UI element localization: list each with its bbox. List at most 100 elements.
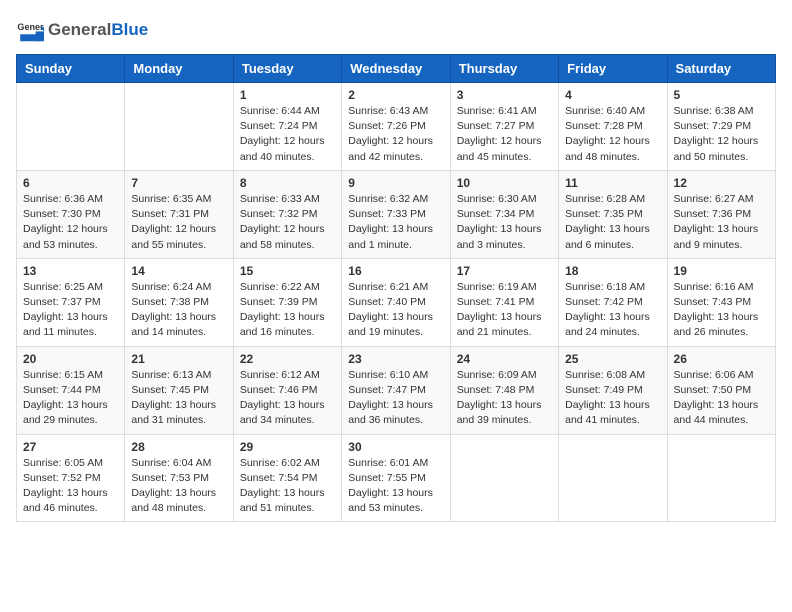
calendar-day-cell: 21 Sunrise: 6:13 AM Sunset: 7:45 PM Dayli… — [125, 346, 233, 434]
day-info: Sunrise: 6:09 AM Sunset: 7:48 PM Dayligh… — [457, 368, 552, 429]
day-number: 4 — [565, 88, 660, 102]
calendar-day-cell: 7Sunrise: 6:35 AM Sunset: 7:31 PM Daylig… — [125, 170, 233, 258]
day-number: 2 — [348, 88, 443, 102]
calendar-header-row: SundayMondayTuesdayWednesdayThursdayFrid… — [17, 55, 776, 83]
day-number: 12 — [674, 176, 769, 190]
day-number: 29 — [240, 440, 335, 454]
day-number: 22 — [240, 352, 335, 366]
calendar-day-cell: 26 Sunrise: 6:06 AM Sunset: 7:50 PM Dayli… — [667, 346, 775, 434]
calendar-day-cell — [125, 83, 233, 171]
day-number: 16 — [348, 264, 443, 278]
calendar-day-header: Saturday — [667, 55, 775, 83]
day-number: 9 — [348, 176, 443, 190]
day-info: Sunrise: 6:21 AM Sunset: 7:40 PM Dayligh… — [348, 280, 443, 341]
calendar-day-header: Thursday — [450, 55, 558, 83]
day-number: 15 — [240, 264, 335, 278]
day-number: 17 — [457, 264, 552, 278]
day-info: Sunrise: 6:32 AM Sunset: 7:33 PM Dayligh… — [348, 192, 443, 253]
calendar-day-cell: 18 Sunrise: 6:18 AM Sunset: 7:42 PM Dayli… — [559, 258, 667, 346]
day-info: Sunrise: 6:18 AM Sunset: 7:42 PM Dayligh… — [565, 280, 660, 341]
calendar-day-cell: 17 Sunrise: 6:19 AM Sunset: 7:41 PM Dayli… — [450, 258, 558, 346]
calendar-day-cell: 15 Sunrise: 6:22 AM Sunset: 7:39 PM Dayli… — [233, 258, 341, 346]
day-info: Sunrise: 6:01 AM Sunset: 7:55 PM Dayligh… — [348, 456, 443, 517]
day-info: Sunrise: 6:06 AM Sunset: 7:50 PM Dayligh… — [674, 368, 769, 429]
calendar-week-row: 1Sunrise: 6:44 AM Sunset: 7:24 PM Daylig… — [17, 83, 776, 171]
calendar-day-header: Wednesday — [342, 55, 450, 83]
calendar-day-cell: 10 Sunrise: 6:30 AM Sunset: 7:34 PM Dayli… — [450, 170, 558, 258]
calendar-week-row: 6Sunrise: 6:36 AM Sunset: 7:30 PM Daylig… — [17, 170, 776, 258]
day-info: Sunrise: 6:12 AM Sunset: 7:46 PM Dayligh… — [240, 368, 335, 429]
day-info: Sunrise: 6:25 AM Sunset: 7:37 PM Dayligh… — [23, 280, 118, 341]
day-number: 3 — [457, 88, 552, 102]
day-number: 23 — [348, 352, 443, 366]
day-info: Sunrise: 6:41 AM Sunset: 7:27 PM Dayligh… — [457, 104, 552, 165]
calendar-day-header: Friday — [559, 55, 667, 83]
day-info: Sunrise: 6:22 AM Sunset: 7:39 PM Dayligh… — [240, 280, 335, 341]
calendar-day-cell — [667, 434, 775, 522]
day-info: Sunrise: 6:24 AM Sunset: 7:38 PM Dayligh… — [131, 280, 226, 341]
day-info: Sunrise: 6:38 AM Sunset: 7:29 PM Dayligh… — [674, 104, 769, 165]
calendar-day-cell — [559, 434, 667, 522]
day-info: Sunrise: 6:04 AM Sunset: 7:53 PM Dayligh… — [131, 456, 226, 517]
day-info: Sunrise: 6:15 AM Sunset: 7:44 PM Dayligh… — [23, 368, 118, 429]
calendar-day-cell: 8Sunrise: 6:33 AM Sunset: 7:32 PM Daylig… — [233, 170, 341, 258]
calendar-day-cell: 12 Sunrise: 6:27 AM Sunset: 7:36 PM Dayli… — [667, 170, 775, 258]
calendar-day-header: Sunday — [17, 55, 125, 83]
day-info: Sunrise: 6:13 AM Sunset: 7:45 PM Dayligh… — [131, 368, 226, 429]
day-number: 8 — [240, 176, 335, 190]
day-info: Sunrise: 6:16 AM Sunset: 7:43 PM Dayligh… — [674, 280, 769, 341]
day-info: Sunrise: 6:28 AM Sunset: 7:35 PM Dayligh… — [565, 192, 660, 253]
calendar-day-cell: 11 Sunrise: 6:28 AM Sunset: 7:35 PM Dayli… — [559, 170, 667, 258]
day-number: 7 — [131, 176, 226, 190]
calendar-day-cell: 30Sunrise: 6:01 AM Sunset: 7:55 PM Dayli… — [342, 434, 450, 522]
calendar-day-cell: 6Sunrise: 6:36 AM Sunset: 7:30 PM Daylig… — [17, 170, 125, 258]
day-info: Sunrise: 6:27 AM Sunset: 7:36 PM Dayligh… — [674, 192, 769, 253]
calendar-day-header: Tuesday — [233, 55, 341, 83]
calendar-day-cell: 5 Sunrise: 6:38 AM Sunset: 7:29 PM Daylig… — [667, 83, 775, 171]
calendar-day-cell: 2Sunrise: 6:43 AM Sunset: 7:26 PM Daylig… — [342, 83, 450, 171]
calendar-day-cell: 23 Sunrise: 6:10 AM Sunset: 7:47 PM Dayli… — [342, 346, 450, 434]
day-info: Sunrise: 6:36 AM Sunset: 7:30 PM Dayligh… — [23, 192, 118, 253]
calendar-day-cell — [450, 434, 558, 522]
day-number: 24 — [457, 352, 552, 366]
day-number: 1 — [240, 88, 335, 102]
day-info: Sunrise: 6:08 AM Sunset: 7:49 PM Dayligh… — [565, 368, 660, 429]
calendar-week-row: 13 Sunrise: 6:25 AM Sunset: 7:37 PM Dayli… — [17, 258, 776, 346]
calendar-day-cell: 19 Sunrise: 6:16 AM Sunset: 7:43 PM Dayli… — [667, 258, 775, 346]
logo-icon: General — [16, 16, 44, 44]
day-number: 27 — [23, 440, 118, 454]
logo-blue: Blue — [111, 20, 148, 40]
day-number: 19 — [674, 264, 769, 278]
calendar-day-cell: 1Sunrise: 6:44 AM Sunset: 7:24 PM Daylig… — [233, 83, 341, 171]
day-number: 28 — [131, 440, 226, 454]
logo-general: General — [48, 20, 111, 40]
calendar-day-cell: 16 Sunrise: 6:21 AM Sunset: 7:40 PM Dayli… — [342, 258, 450, 346]
day-number: 11 — [565, 176, 660, 190]
calendar-day-cell: 27 Sunrise: 6:05 AM Sunset: 7:52 PM Dayli… — [17, 434, 125, 522]
calendar-day-cell: 20 Sunrise: 6:15 AM Sunset: 7:44 PM Dayli… — [17, 346, 125, 434]
calendar-day-cell: 4 Sunrise: 6:40 AM Sunset: 7:28 PM Daylig… — [559, 83, 667, 171]
day-number: 14 — [131, 264, 226, 278]
calendar-day-cell: 25Sunrise: 6:08 AM Sunset: 7:49 PM Dayli… — [559, 346, 667, 434]
day-number: 20 — [23, 352, 118, 366]
day-number: 21 — [131, 352, 226, 366]
calendar-day-cell: 14 Sunrise: 6:24 AM Sunset: 7:38 PM Dayli… — [125, 258, 233, 346]
calendar-day-cell: 24 Sunrise: 6:09 AM Sunset: 7:48 PM Dayli… — [450, 346, 558, 434]
day-info: Sunrise: 6:10 AM Sunset: 7:47 PM Dayligh… — [348, 368, 443, 429]
day-info: Sunrise: 6:05 AM Sunset: 7:52 PM Dayligh… — [23, 456, 118, 517]
day-number: 26 — [674, 352, 769, 366]
day-number: 13 — [23, 264, 118, 278]
day-info: Sunrise: 6:40 AM Sunset: 7:28 PM Dayligh… — [565, 104, 660, 165]
logo: General General Blue — [16, 16, 148, 44]
calendar-table: SundayMondayTuesdayWednesdayThursdayFrid… — [16, 54, 776, 522]
day-number: 10 — [457, 176, 552, 190]
calendar-day-cell: 3 Sunrise: 6:41 AM Sunset: 7:27 PM Daylig… — [450, 83, 558, 171]
day-info: Sunrise: 6:30 AM Sunset: 7:34 PM Dayligh… — [457, 192, 552, 253]
calendar-day-header: Monday — [125, 55, 233, 83]
calendar-day-cell: 9 Sunrise: 6:32 AM Sunset: 7:33 PM Daylig… — [342, 170, 450, 258]
calendar-day-cell: 13 Sunrise: 6:25 AM Sunset: 7:37 PM Dayli… — [17, 258, 125, 346]
day-number: 5 — [674, 88, 769, 102]
day-info: Sunrise: 6:19 AM Sunset: 7:41 PM Dayligh… — [457, 280, 552, 341]
calendar-day-cell: 29Sunrise: 6:02 AM Sunset: 7:54 PM Dayli… — [233, 434, 341, 522]
day-number: 18 — [565, 264, 660, 278]
